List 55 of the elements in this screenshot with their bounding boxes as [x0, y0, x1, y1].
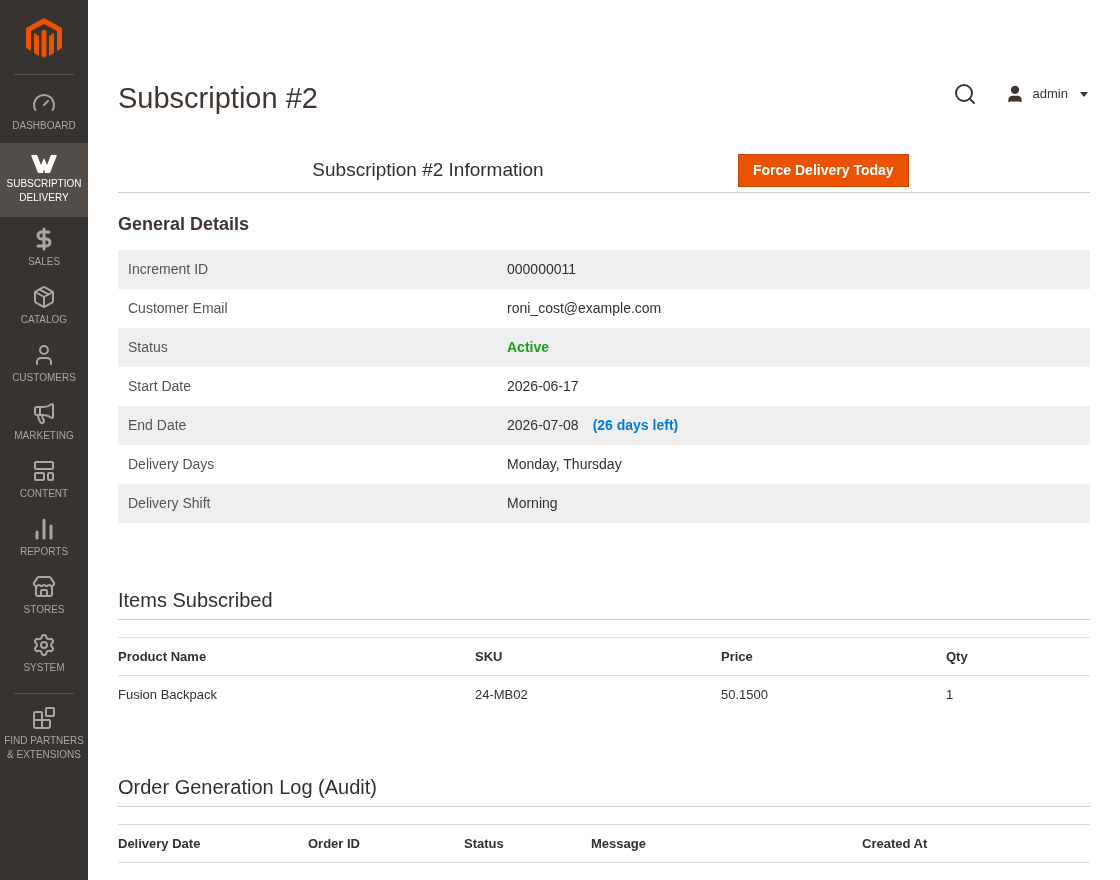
- section-heading: General Details: [118, 213, 251, 236]
- detail-label: Delivery Shift: [127, 494, 212, 513]
- caret-icon: [1080, 91, 1088, 97]
- layout-icon: [32, 459, 56, 483]
- detail-label: Status: [127, 338, 169, 357]
- gear-icon: [32, 633, 56, 657]
- column-header: Created At: [862, 834, 929, 853]
- sidebar-item[interactable]: STORES: [0, 573, 88, 631]
- column-header: SKU: [475, 647, 504, 666]
- sidebar-item[interactable]: REPORTS: [0, 515, 88, 573]
- detail-value: 2026-07-08: [507, 416, 579, 435]
- page-title: Subscription #2: [118, 81, 318, 116]
- store-icon: [32, 575, 56, 599]
- blocks-icon: [32, 706, 56, 730]
- sidebar-item[interactable]: MARKETING: [0, 399, 88, 457]
- detail-label: Customer Email: [127, 299, 229, 318]
- detail-label: End Date: [127, 416, 188, 435]
- column-header: Delivery Date: [118, 834, 202, 853]
- detail-label: Increment ID: [127, 260, 210, 279]
- section-title: Subscription #2 Information: [312, 158, 544, 183]
- column-header: Price: [721, 647, 754, 666]
- detail-label: Delivery Days: [127, 455, 216, 474]
- megaphone-icon: [32, 401, 56, 425]
- search-icon[interactable]: [952, 82, 977, 106]
- column-header: Message: [591, 834, 647, 853]
- sidebar-item[interactable]: CONTENT: [0, 457, 88, 515]
- sidebar-item[interactable]: SYSTEM: [0, 631, 88, 689]
- user-menu[interactable]: admin: [1004, 84, 1088, 104]
- sidebar-item[interactable]: SALES: [0, 225, 88, 283]
- force-delivery-button[interactable]: Force Delivery Today: [738, 154, 909, 187]
- column-header: Status: [464, 834, 505, 853]
- days-left-note: (26 days left): [592, 416, 679, 435]
- sidebar-item[interactable]: SUBSCRIPTION DELIVERY: [0, 143, 88, 217]
- w-logo-icon: [31, 155, 57, 173]
- detail-value: Monday, Thursday: [507, 455, 622, 474]
- table-cell-text: 50.1500: [721, 686, 769, 705]
- column-header: Product Name: [118, 647, 208, 666]
- column-header: Order ID: [308, 834, 361, 853]
- detail-value: 000000011: [507, 260, 577, 279]
- table-cell-text: 1: [946, 686, 955, 705]
- section-heading: Items Subscribed: [118, 585, 1090, 620]
- table-cell-text: Fusion Backpack: [118, 686, 218, 705]
- sidebar-item[interactable]: FIND PARTNERS & EXTENSIONS: [0, 704, 88, 776]
- detail-value: roni_cost@example.com: [507, 299, 662, 318]
- column-header: Qty: [946, 647, 969, 666]
- detail-value: 2026-06-17: [507, 377, 579, 396]
- sidebar-item[interactable]: CUSTOMERS: [0, 341, 88, 399]
- status-value: Active: [507, 338, 550, 357]
- magento-logo-icon: [26, 18, 62, 58]
- box-icon: [32, 285, 56, 309]
- detail-value: Morning: [507, 494, 558, 513]
- table-cell-text: 24-MB02: [475, 686, 529, 705]
- sidebar-item[interactable]: CATALOG: [0, 283, 88, 341]
- detail-label: Start Date: [127, 377, 193, 396]
- section-heading: Order Generation Log (Audit): [118, 772, 1090, 807]
